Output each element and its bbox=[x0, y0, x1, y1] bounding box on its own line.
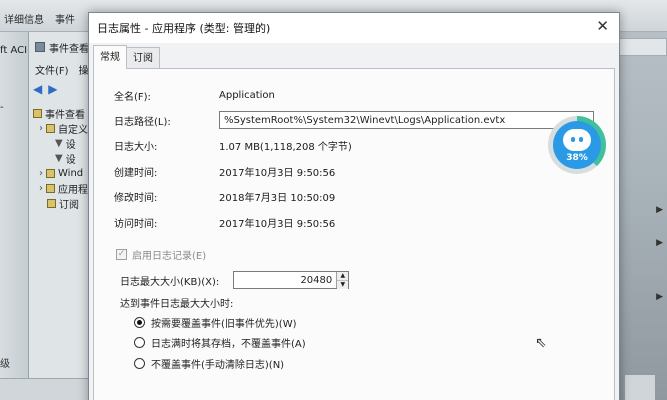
back-arrow-icon[interactable]: ◀ bbox=[33, 82, 42, 96]
forward-arrow-icon[interactable]: ▶ bbox=[48, 82, 57, 96]
radio-archive-when-full[interactable]: 日志满时将其存档，不覆盖事件(A) bbox=[134, 335, 306, 350]
folder-icon bbox=[46, 169, 55, 178]
filter-icon: ▼ bbox=[55, 138, 63, 149]
expand-icon: › bbox=[39, 123, 43, 134]
created-value: 2017年10月3日 9:50:56 bbox=[219, 167, 336, 179]
enable-logging-checkbox[interactable]: ✓ 启用日志记录(E) bbox=[116, 247, 206, 262]
max-size-value: 20480 bbox=[300, 274, 333, 286]
close-icon[interactable]: ✕ bbox=[596, 19, 609, 34]
mouse-cursor-icon: ⇖ bbox=[535, 335, 547, 351]
radio-do-not-overwrite[interactable]: 不覆盖事件(手动清除日志)(N) bbox=[134, 356, 284, 371]
right-scroll-arrow-icon[interactable]: ▶ bbox=[656, 238, 663, 248]
dialog-tabs: 常规 订阅 bbox=[93, 45, 160, 69]
radio-selected-icon bbox=[134, 317, 145, 328]
folder-icon bbox=[33, 109, 42, 118]
radio-unselected-icon bbox=[134, 337, 145, 348]
log-path-field[interactable]: %SystemRoot%\System32\Winevt\Logs\Applic… bbox=[219, 111, 594, 129]
background-level-text: 级 bbox=[0, 359, 10, 370]
max-size-label: 日志最大大小(KB)(X): bbox=[120, 276, 220, 288]
filter-icon: ▼ bbox=[55, 153, 63, 164]
tab-general[interactable]: 常规 bbox=[93, 45, 127, 69]
radio-label: 不覆盖事件(手动清除日志)(N) bbox=[151, 360, 285, 371]
enable-logging-label: 启用日志记录(E) bbox=[132, 251, 207, 262]
details-menu[interactable]: 详细信息 bbox=[4, 11, 44, 26]
floating-assistant-widget[interactable]: 38% bbox=[548, 116, 606, 174]
widget-body: 38% bbox=[553, 121, 601, 169]
full-name-value: Application bbox=[219, 89, 275, 101]
radio-label: 按需要覆盖事件(旧事件优先)(W) bbox=[151, 319, 297, 330]
right-scroll-arrow-icon[interactable]: ▶ bbox=[656, 292, 663, 302]
right-scroll-arrow-icon[interactable]: ▶ bbox=[656, 205, 663, 215]
full-name-label: 全名(F): bbox=[114, 91, 151, 103]
folder-icon bbox=[46, 124, 55, 133]
background-left-strip bbox=[0, 32, 30, 400]
expand-icon: › bbox=[39, 168, 43, 179]
accessed-value: 2017年10月3日 9:50:56 bbox=[219, 218, 336, 230]
event-viewer-menu: 文件(F) 操 bbox=[35, 62, 89, 77]
background-acl-text: ft ACI bbox=[0, 45, 28, 56]
menu-file[interactable]: 文件(F) bbox=[35, 62, 69, 77]
radio-overwrite-as-needed[interactable]: 按需要覆盖事件(旧事件优先)(W) bbox=[134, 315, 297, 330]
created-row: 创建时间: 2017年10月3日 9:50:56 bbox=[114, 163, 335, 179]
tab-subscriptions[interactable]: 订阅 bbox=[126, 47, 160, 69]
max-size-stepper[interactable]: 20480 ▲ ▼ bbox=[233, 271, 350, 289]
log-size-row: 日志大小: 1.07 MB(1,118,208 个字节) bbox=[114, 137, 352, 153]
background-dash: - bbox=[0, 102, 4, 113]
stepper-down-icon[interactable]: ▼ bbox=[337, 280, 349, 289]
accessed-label: 访问时间: bbox=[114, 218, 158, 230]
log-path-row: 日志路径(L): %SystemRoot%\System32\Winevt\Lo… bbox=[114, 111, 594, 129]
folder-icon bbox=[46, 184, 55, 193]
chat-face-icon bbox=[563, 129, 591, 151]
max-size-row: 日志最大大小(KB)(X): 20480 ▲ ▼ bbox=[120, 271, 350, 289]
stepper-up-icon[interactable]: ▲ bbox=[337, 272, 349, 280]
subscription-icon bbox=[47, 199, 56, 208]
stepper-arrows: ▲ ▼ bbox=[336, 272, 349, 289]
dialog-titlebar: 日志属性 - 应用程序 (类型: 管理的) bbox=[89, 13, 619, 43]
background-status-bar bbox=[0, 378, 90, 400]
check-icon: ✓ bbox=[116, 249, 127, 260]
modified-label: 修改时间: bbox=[114, 192, 158, 204]
background-scroll-corner bbox=[625, 375, 655, 400]
log-path-label: 日志路径(L): bbox=[114, 116, 171, 128]
modified-row: 修改时间: 2018年7月3日 10:50:09 bbox=[114, 188, 335, 204]
event-viewer-icon bbox=[35, 42, 45, 52]
background-right-button bbox=[615, 38, 667, 56]
reach-max-label: 达到事件日志最大大小时: bbox=[120, 299, 234, 310]
full-name-row: 全名(F): Application bbox=[114, 87, 275, 103]
event-menu[interactable]: 事件 bbox=[55, 11, 75, 26]
event-viewer-title: 事件查看 bbox=[49, 43, 89, 55]
created-label: 创建时间: bbox=[114, 167, 158, 179]
modified-value: 2018年7月3日 10:50:09 bbox=[219, 192, 336, 204]
accessed-row: 访问时间: 2017年10月3日 9:50:56 bbox=[114, 214, 335, 230]
expand-icon: › bbox=[39, 183, 43, 194]
radio-label: 日志满时将其存档，不覆盖事件(A) bbox=[151, 339, 306, 350]
dialog-title: 日志属性 - 应用程序 (类型: 管理的) bbox=[97, 22, 271, 35]
widget-percent: 38% bbox=[566, 153, 588, 163]
radio-unselected-icon bbox=[134, 358, 145, 369]
log-size-value: 1.07 MB(1,118,208 个字节) bbox=[219, 141, 352, 153]
event-viewer-toolbar: ◀ ▶ bbox=[33, 82, 57, 96]
log-size-label: 日志大小: bbox=[114, 141, 158, 153]
